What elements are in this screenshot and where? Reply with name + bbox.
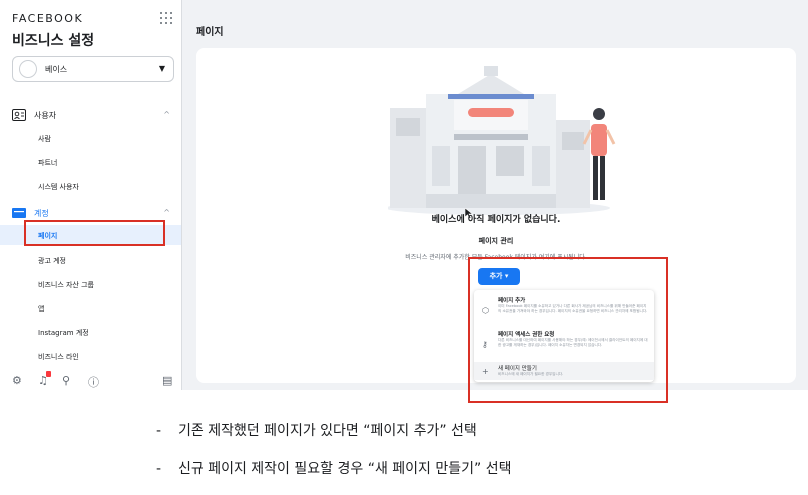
storefront-illustration xyxy=(388,66,616,215)
empty-state-title: 베이스에 아직 페이지가 없습니다. xyxy=(431,215,561,225)
sidebar-item-lines-of-business[interactable]: 비즈니스 라인 xyxy=(38,352,79,362)
manage-pages-title: 페이지 관리 xyxy=(478,237,514,245)
caret-down-icon: ▼ xyxy=(158,64,165,73)
sidebar-item-apps[interactable]: 앱 xyxy=(38,304,44,314)
sidebar-section-users[interactable]: 사용자 ^ xyxy=(12,108,172,124)
settings-icon[interactable]: ⚙ xyxy=(12,374,22,387)
business-selector[interactable]: 베이스 ▼ xyxy=(12,56,174,82)
sidebar-bottom-toolbar: ⚙ ♫ ⚲ ⓘ ▤ xyxy=(12,371,177,390)
highlight-box-pages xyxy=(24,220,165,246)
sidebar-item-partners[interactable]: 파트너 xyxy=(38,158,57,168)
sidebar-item-business-asset-groups[interactable]: 비즈니스 자산 그룹 xyxy=(38,280,94,290)
accounts-icon xyxy=(12,208,26,218)
business-settings-window: FACEBOOK 비즈니스 설정 베이스 ▼ 사용자 ^ 사람 파트너 시스템 … xyxy=(0,0,808,403)
caption-text: 신규 페이지 제작이 필요할 경우 “새 페이지 만들기” 선택 xyxy=(178,461,512,477)
brand-wordmark: FACEBOOK xyxy=(12,12,84,25)
panel-toggle-icon[interactable]: ▤ xyxy=(162,374,172,387)
sidebar-item-system-users[interactable]: 시스템 사용자 xyxy=(38,182,79,192)
caption-dash: - xyxy=(156,461,162,477)
sidebar-section-label: 계정 xyxy=(34,209,49,218)
sidebar-item-people[interactable]: 사람 xyxy=(38,134,51,144)
caption-line: - 신규 페이지 제작이 필요할 경우 “새 페이지 만들기” 선택 xyxy=(156,458,511,478)
page-title: 페이지 xyxy=(196,27,224,38)
business-name: 베이스 xyxy=(45,65,68,74)
sidebar-item-instagram-accounts[interactable]: Instagram 계정 xyxy=(38,328,89,338)
caption-dash: - xyxy=(156,423,162,439)
highlight-box-add-menu xyxy=(468,257,668,403)
caption-line: - 기존 제작했던 페이지가 있다면 “페이지 추가” 선택 xyxy=(156,420,477,440)
search-icon[interactable]: ⚲ xyxy=(62,374,70,387)
caption-text: 기존 제작했던 페이지가 있다면 “페이지 추가” 선택 xyxy=(178,423,477,439)
sidebar: FACEBOOK 비즈니스 설정 베이스 ▼ 사용자 ^ 사람 파트너 시스템 … xyxy=(0,0,182,390)
help-icon[interactable]: ⓘ xyxy=(88,374,99,390)
notification-badge xyxy=(46,371,51,377)
app-grid-icon[interactable] xyxy=(160,12,172,24)
chevron-up-icon: ^ xyxy=(163,110,170,119)
business-avatar xyxy=(19,60,37,78)
sidebar-title: 비즈니스 설정 xyxy=(12,33,95,49)
sidebar-section-label: 사용자 xyxy=(34,111,57,120)
chevron-up-icon: ^ xyxy=(163,208,170,217)
sidebar-item-ad-accounts[interactable]: 광고 계정 xyxy=(38,256,66,266)
users-icon xyxy=(12,109,26,121)
